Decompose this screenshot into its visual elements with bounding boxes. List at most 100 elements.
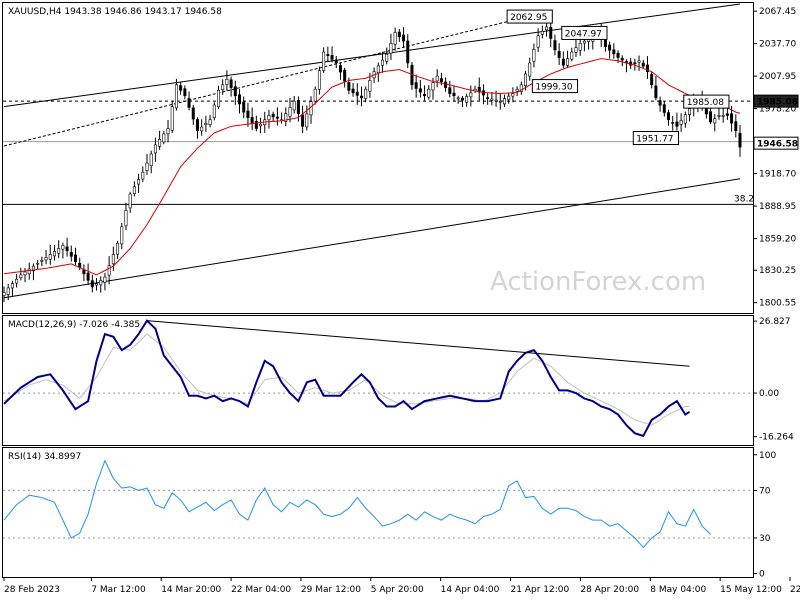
candle-body: [10, 283, 14, 289]
candle-body: [179, 85, 183, 91]
candle-body: [78, 262, 82, 268]
candle-body: [2, 292, 6, 296]
candle-body: [557, 51, 561, 58]
candle-body: [120, 226, 124, 245]
rsi-line: [3, 459, 711, 549]
candle-body: [734, 121, 738, 131]
macd-trendline: [146, 320, 690, 367]
candle-body: [15, 278, 19, 284]
candle-body: [313, 88, 317, 102]
candle-body: [305, 113, 309, 128]
candle-body: [620, 57, 624, 61]
candle-body: [132, 186, 136, 194]
candle-body: [158, 139, 162, 147]
candle-body: [116, 242, 120, 255]
candle-body: [338, 65, 342, 73]
macd-axis-tick-label: 0.00: [759, 389, 779, 399]
candle-body: [553, 40, 557, 51]
candle-body: [376, 65, 380, 73]
price-axis-tick-label: 2037.70: [759, 40, 796, 50]
candle-body: [267, 115, 271, 121]
candle-body: [456, 97, 460, 100]
price-axis-tick-label: 1888.95: [759, 202, 796, 212]
x-axis-label: 22 Mar 04:00: [231, 585, 291, 595]
candle-body: [6, 287, 10, 295]
candle-body: [439, 78, 443, 83]
candle-body: [225, 79, 229, 85]
candle-body: [259, 123, 263, 127]
candle-body: [418, 88, 422, 93]
candle-body: [717, 115, 721, 117]
candle-body: [301, 114, 305, 127]
candle-body: [343, 69, 347, 82]
price-axis-tick-label: 1918.70: [759, 170, 796, 180]
candle-body: [641, 62, 645, 67]
macd-signal-line: [3, 333, 690, 426]
candle-body: [69, 251, 73, 257]
candle-body: [44, 257, 48, 261]
candle-body: [486, 97, 490, 99]
candle-body: [658, 100, 662, 106]
candle-body: [233, 86, 237, 97]
price-axis-tick-label: 2007.95: [759, 72, 796, 82]
candle-body: [296, 100, 300, 115]
macd-layer: 26.827 0.00 -16.264: [3, 317, 794, 443]
candle-body: [124, 210, 128, 227]
candle-body: [347, 82, 351, 91]
candle-body: [95, 283, 99, 286]
candle-body: [431, 82, 435, 91]
candle-body: [364, 88, 368, 99]
candle-body: [359, 95, 363, 99]
candle-body: [389, 43, 393, 54]
x-axis-label: 14 Apr 04:00: [441, 585, 500, 595]
candle-body: [402, 34, 406, 42]
rsi-axis-tick-label: 0: [759, 570, 765, 580]
x-axis-label: 28 Feb 2023: [4, 585, 60, 595]
candle-body: [524, 73, 528, 87]
x-axis-label: 15 May 12:00: [720, 585, 782, 595]
candle-body: [90, 280, 94, 288]
candle-body: [368, 80, 372, 92]
candle-body: [145, 162, 149, 171]
candle-body: [452, 92, 456, 97]
candle-body: [212, 104, 216, 118]
candle-body: [128, 193, 132, 209]
candle-body: [688, 108, 692, 115]
candle-body: [679, 120, 683, 125]
candle-body: [317, 70, 321, 90]
trend-channel-line: [3, 3, 741, 108]
candle-body: [540, 31, 544, 35]
price-axis-tick-label: 1859.20: [759, 235, 796, 245]
price-layer: 38.2 2062.95 2047.97 1999.30 1985.08 1951.77 2…: [2, 3, 799, 309]
price-annotation-label: 2047.97: [565, 29, 602, 39]
candle-body: [427, 88, 431, 98]
candle-body: [490, 98, 494, 101]
candle-body: [195, 119, 199, 131]
candle-body: [616, 52, 620, 58]
candle-body: [385, 53, 389, 62]
x-axis-label: 5 Apr 20:00: [371, 585, 424, 595]
candle-body: [654, 85, 658, 99]
watermark: ActionForex.com: [490, 267, 706, 297]
rsi-layer: 100 70 30 0: [3, 451, 776, 580]
candle-body: [582, 40, 586, 44]
candle-body: [561, 58, 565, 66]
candle-body: [574, 47, 578, 53]
candle-body: [650, 74, 654, 86]
macd-axis-tick-label: -16.264: [759, 433, 794, 443]
candle-body: [494, 99, 498, 102]
candle-body: [515, 88, 519, 92]
candle-body: [111, 254, 115, 265]
price-title: XAUUSD,H4 1943.38 1946.86 1943.17 1946.5…: [8, 7, 222, 17]
rsi-title: RSI(14) 34.8997: [8, 452, 81, 462]
candle-body: [566, 58, 570, 66]
candle-body: [229, 79, 233, 88]
trend-channel-line: [3, 15, 530, 147]
candle-body: [191, 107, 195, 120]
candle-body: [187, 98, 191, 108]
price-axis-tick-label: 1830.25: [759, 266, 796, 276]
candle-body: [65, 246, 69, 252]
candle-body: [713, 118, 717, 124]
macd-panel: [2, 315, 754, 446]
candle-body: [292, 100, 296, 111]
